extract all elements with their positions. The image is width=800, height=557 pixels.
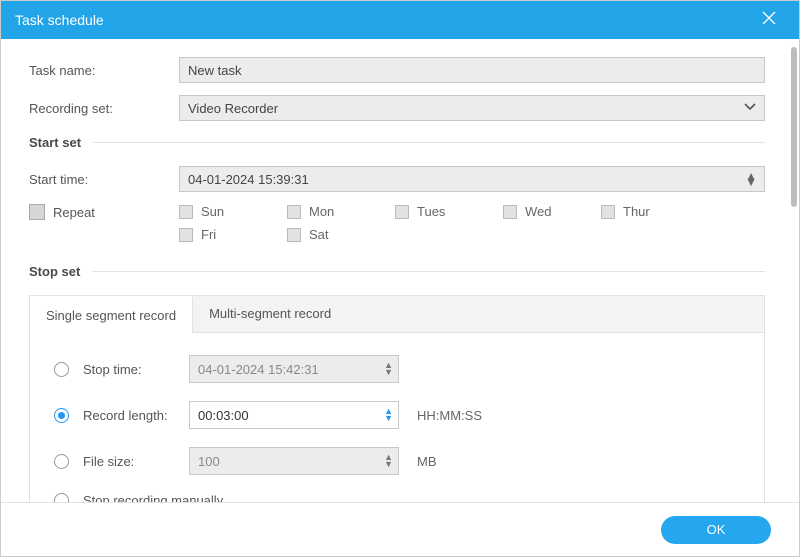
day-mon[interactable]: Mon: [287, 204, 395, 219]
radio-record-length[interactable]: [54, 408, 69, 423]
content-wrap: Task name: Recording set: Start set Star…: [1, 39, 799, 502]
footer: OK: [1, 502, 799, 556]
task-name-label: Task name:: [29, 63, 179, 78]
divider: [92, 271, 765, 272]
checkbox-icon: [287, 228, 301, 242]
day-thur[interactable]: Thur: [601, 204, 709, 219]
manual-row: Stop recording manually: [54, 493, 740, 502]
repeat-toggle[interactable]: Repeat: [29, 204, 179, 220]
days-group: Sun Mon Tues Wed Thur Fri Sat: [179, 204, 765, 250]
checkbox-icon: [287, 205, 301, 219]
day-wed[interactable]: Wed: [503, 204, 601, 219]
repeat-label: Repeat: [53, 205, 95, 220]
record-length-row: Record length: ▲▼ HH:MM:SS: [54, 401, 740, 429]
start-time-label: Start time:: [29, 172, 179, 187]
spinner-arrows-icon: ▲▼: [384, 362, 393, 376]
day-fri[interactable]: Fri: [179, 227, 287, 242]
start-set-title: Start set: [29, 135, 81, 150]
checkbox-icon: [503, 205, 517, 219]
close-icon[interactable]: [753, 5, 785, 36]
stop-time-row: Stop time: ▲▼: [54, 355, 740, 383]
recording-set-label: Recording set:: [29, 101, 179, 116]
radio-file-size[interactable]: [54, 454, 69, 469]
scrollbar[interactable]: [789, 39, 799, 502]
checkbox-icon: [29, 204, 45, 220]
tabs-card: Single segment record Multi-segment reco…: [29, 295, 765, 502]
spinner-arrows-icon: ▲▼: [384, 408, 393, 422]
record-length-spinner[interactable]: ▲▼: [189, 401, 399, 429]
day-sat[interactable]: Sat: [287, 227, 395, 242]
checkbox-icon: [179, 228, 193, 242]
start-time-row: Start time: ▲▼: [29, 166, 765, 192]
manual-label: Stop recording manually: [83, 493, 223, 502]
divider: [93, 142, 765, 143]
start-set-header: Start set: [29, 135, 765, 150]
stop-set-header: Stop set: [29, 264, 765, 279]
day-tues[interactable]: Tues: [395, 204, 503, 219]
dialog-title: Task schedule: [15, 12, 104, 28]
checkbox-icon: [179, 205, 193, 219]
tab-body: Stop time: ▲▼ Record length: ▲▼: [30, 333, 764, 502]
start-time-spinner[interactable]: ▲▼: [179, 166, 765, 192]
checkbox-icon: [601, 205, 615, 219]
spinner-arrows-icon: ▲▼: [384, 454, 393, 468]
task-name-input[interactable]: [179, 57, 765, 83]
file-size-row: File size: ▲▼ MB: [54, 447, 740, 475]
stop-set-title: Stop set: [29, 264, 80, 279]
repeat-row: Repeat Sun Mon Tues Wed Thur Fri Sat: [29, 204, 765, 250]
file-size-unit: MB: [417, 454, 437, 469]
checkbox-icon: [395, 205, 409, 219]
tab-multi-segment[interactable]: Multi-segment record: [193, 296, 347, 332]
task-schedule-dialog: Task schedule Task name: Recording set:: [0, 0, 800, 557]
start-time-input[interactable]: [179, 166, 765, 192]
record-length-unit: HH:MM:SS: [417, 408, 482, 423]
radio-manual[interactable]: [54, 493, 69, 502]
ok-button[interactable]: OK: [661, 516, 771, 544]
tab-single-segment[interactable]: Single segment record: [30, 296, 193, 333]
content: Task name: Recording set: Start set Star…: [5, 39, 789, 502]
file-size-label: File size:: [83, 454, 189, 469]
scrollbar-thumb[interactable]: [791, 47, 797, 207]
tabs: Single segment record Multi-segment reco…: [30, 296, 764, 333]
recording-set-value[interactable]: [179, 95, 765, 121]
stop-time-spinner[interactable]: ▲▼: [189, 355, 399, 383]
task-name-row: Task name:: [29, 57, 765, 83]
stop-time-input[interactable]: [189, 355, 399, 383]
record-length-input[interactable]: [189, 401, 399, 429]
recording-set-select[interactable]: [179, 95, 765, 121]
recording-set-row: Recording set:: [29, 95, 765, 121]
radio-stop-time[interactable]: [54, 362, 69, 377]
file-size-spinner[interactable]: ▲▼: [189, 447, 399, 475]
file-size-input[interactable]: [189, 447, 399, 475]
record-length-label: Record length:: [83, 408, 189, 423]
day-sun[interactable]: Sun: [179, 204, 287, 219]
titlebar: Task schedule: [1, 1, 799, 39]
stop-time-label: Stop time:: [83, 362, 189, 377]
